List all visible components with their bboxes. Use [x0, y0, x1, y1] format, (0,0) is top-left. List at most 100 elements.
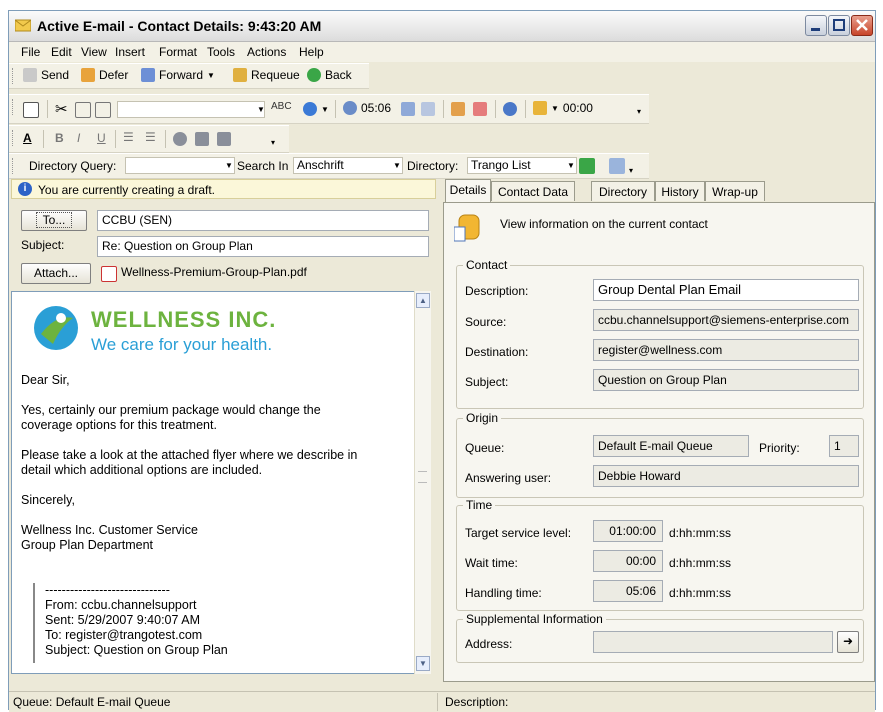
attach-button[interactable]: Attach...: [21, 263, 91, 284]
queue-label: Queue:: [465, 441, 505, 455]
chevron-down-icon[interactable]: ▼: [257, 105, 265, 114]
bold-icon[interactable]: B: [55, 131, 64, 145]
supplemental-group: Supplemental Information Address: ➜: [456, 612, 864, 663]
menu-edit[interactable]: Edit: [51, 45, 72, 59]
defer-button[interactable]: Defer: [81, 68, 128, 82]
separator: [525, 100, 526, 118]
to-field[interactable]: CCBU (SEN): [97, 210, 429, 231]
paragraph-line: coverage options for this treatment.: [21, 418, 217, 432]
window-icon[interactable]: [23, 102, 39, 118]
minimize-button[interactable]: [805, 15, 827, 36]
send-button[interactable]: Send: [23, 68, 69, 82]
font-combo[interactable]: [117, 101, 265, 118]
directory-combo[interactable]: Trango List: [467, 157, 577, 174]
toolbar-overflow-icon[interactable]: ▾: [637, 107, 641, 116]
go-arrow-icon[interactable]: [579, 158, 595, 174]
quoted-message: ------------------------------ From: ccb…: [33, 583, 395, 663]
chevron-down-icon: ▼: [207, 70, 215, 80]
contact-subject-label: Subject:: [465, 375, 509, 389]
defer-label: Defer: [99, 68, 129, 82]
requeue-button[interactable]: Requeue: [233, 68, 300, 82]
address-field[interactable]: [593, 631, 833, 653]
status-bar: Queue: Default E-mail Queue Description:: [9, 691, 875, 712]
italic-icon[interactable]: I: [77, 131, 80, 145]
directory-query-combo[interactable]: [125, 157, 235, 174]
scroll-down-icon[interactable]: ▼: [416, 656, 430, 671]
to-button[interactable]: To...: [21, 210, 87, 231]
back-arrow-icon: [307, 68, 321, 82]
menu-insert[interactable]: Insert: [115, 45, 145, 59]
underline-icon[interactable]: U: [97, 131, 106, 145]
copy-icon[interactable]: [75, 102, 91, 118]
separator: [165, 130, 166, 148]
answering-user-value: Debbie Howard: [593, 465, 859, 487]
handling-time-value: 05:06: [593, 580, 663, 602]
chevron-down-icon[interactable]: ▼: [225, 161, 233, 170]
tab-contact-data[interactable]: Contact Data: [491, 181, 575, 201]
menu-actions[interactable]: Actions: [247, 45, 286, 59]
mail-reject-icon[interactable]: [473, 102, 487, 116]
paste-icon[interactable]: [95, 102, 111, 118]
tab-details[interactable]: Details: [445, 179, 491, 203]
scroll-up-icon[interactable]: ▲: [416, 293, 430, 308]
link-icon[interactable]: [173, 132, 187, 146]
forward-button[interactable]: Forward ▼: [141, 68, 215, 82]
directory-search-icon[interactable]: [609, 158, 625, 174]
address-go-button[interactable]: ➜: [837, 631, 859, 653]
subject-field[interactable]: Re: Question on Group Plan: [97, 236, 429, 257]
menu-file[interactable]: File: [21, 45, 40, 59]
menu-view[interactable]: View: [81, 45, 107, 59]
tab-history[interactable]: History: [655, 181, 705, 201]
tab-directory[interactable]: Directory: [591, 181, 655, 201]
quote-subject: Subject: Question on Group Plan: [45, 643, 228, 657]
forward-label: Forward: [159, 68, 204, 82]
to-button-label: To...: [35, 212, 73, 228]
transfer-icon[interactable]: [401, 102, 415, 116]
help-icon[interactable]: [503, 102, 517, 116]
chevron-down-icon[interactable]: ▼: [567, 161, 575, 170]
separator: [443, 100, 444, 118]
people-icon[interactable]: [451, 102, 465, 116]
quote-separator: ------------------------------: [45, 583, 170, 597]
maximize-button[interactable]: [828, 15, 850, 36]
numbered-list-icon[interactable]: ☰: [123, 130, 134, 144]
directory-label: Directory:: [407, 159, 459, 173]
origin-group: Origin Queue: Default E-mail Queue Prior…: [456, 411, 864, 498]
template-icon[interactable]: [217, 132, 231, 146]
description-field[interactable]: Group Dental Plan Email: [593, 279, 859, 301]
clock-button[interactable]: ▼ 00:00: [533, 101, 593, 115]
search-document-icon[interactable]: [421, 102, 435, 116]
image-icon[interactable]: [195, 132, 209, 146]
menu-help[interactable]: Help: [299, 45, 324, 59]
close-button[interactable]: [851, 15, 873, 36]
answering-user-label: Answering user:: [465, 471, 552, 485]
signature-line: Wellness Inc. Customer Service: [21, 523, 198, 537]
toolbar-overflow-icon[interactable]: ▾: [629, 166, 633, 175]
quote-to: To: register@trangotest.com: [45, 628, 203, 642]
back-button[interactable]: Back: [307, 68, 352, 82]
time-group-title: Time: [463, 498, 496, 512]
chevron-down-icon[interactable]: ▼: [393, 161, 401, 170]
font-color-icon[interactable]: A: [23, 131, 32, 145]
chevron-down-icon[interactable]: ▼: [321, 105, 329, 114]
separator: [495, 100, 496, 118]
spellcheck-icon[interactable]: ABC: [271, 101, 292, 112]
tab-wrap-up[interactable]: Wrap-up: [705, 181, 765, 201]
toolbar-overflow-icon[interactable]: ▾: [271, 138, 275, 147]
cut-icon[interactable]: ✂: [55, 100, 68, 118]
time-unit: d:hh:mm:ss: [669, 526, 732, 540]
bullet-list-icon[interactable]: ☰: [145, 130, 156, 144]
scroll-thumb-grip[interactable]: [418, 471, 427, 483]
search-in-combo[interactable]: Anschrift: [293, 157, 403, 174]
menu-tools[interactable]: Tools: [207, 45, 235, 59]
attachment-item[interactable]: Wellness-Premium-Group-Plan.pdf: [121, 263, 307, 281]
contact-info-icon: [454, 214, 480, 242]
clock-value: 00:00: [562, 101, 593, 115]
globe-icon[interactable]: [303, 102, 317, 116]
email-scrollbar[interactable]: ▲ ▼: [414, 291, 431, 674]
priority-label: Priority:: [759, 441, 800, 455]
menu-format[interactable]: Format: [159, 45, 197, 59]
timer-button[interactable]: 05:06: [343, 101, 391, 115]
separator: [43, 130, 44, 148]
edit-toolbar: ✂ ▼ ABC ▼ 05:06 ▼ 00:00 ▾: [9, 94, 649, 124]
